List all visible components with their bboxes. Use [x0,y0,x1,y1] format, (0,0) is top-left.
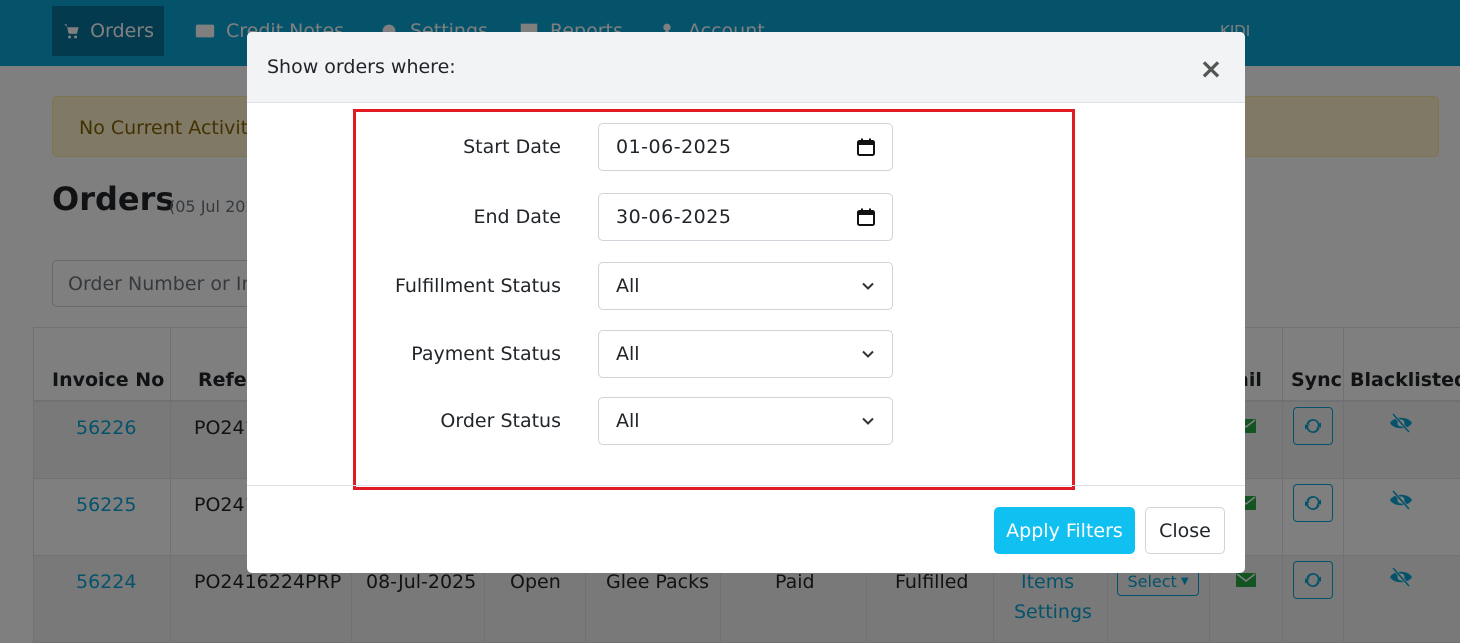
start-date-label: Start Date [463,136,561,158]
modal-title: Show orders where: [267,56,456,78]
fulfillment-status-label: Fulfillment Status [394,275,561,297]
start-date-row: Start Date 01-06-2025 [247,123,1245,171]
payment-status-select[interactable]: All [598,330,893,378]
apply-filters-button[interactable]: Apply Filters [994,507,1135,554]
payment-status-value: All [616,343,640,365]
order-status-value: All [616,410,640,432]
close-button[interactable]: Close [1145,507,1225,554]
start-date-value: 01-06-2025 [616,136,732,158]
fulfillment-status-value: All [616,275,640,297]
payment-status-label: Payment Status [411,343,561,365]
start-date-input[interactable]: 01-06-2025 [598,123,893,171]
calendar-icon[interactable] [857,208,875,226]
filter-orders-modal: Show orders where: × Start Date 01-06-20… [247,32,1245,573]
order-status-select[interactable]: All [598,397,893,445]
fulfillment-status-select[interactable]: All [598,262,893,310]
chevron-down-icon [862,282,874,290]
end-date-row: End Date 30-06-2025 [247,193,1245,241]
chevron-down-icon [862,417,874,425]
payment-status-row: Payment Status All [247,330,1245,378]
close-icon[interactable]: × [1197,52,1225,85]
chevron-down-icon [862,350,874,358]
modal-footer: Apply Filters Close [247,485,1245,573]
end-date-input[interactable]: 30-06-2025 [598,193,893,241]
end-date-label: End Date [473,206,561,228]
order-status-label: Order Status [440,410,561,432]
fulfillment-status-row: Fulfillment Status All [247,262,1245,310]
order-status-row: Order Status All [247,397,1245,445]
modal-header: Show orders where: × [247,32,1245,103]
calendar-icon[interactable] [857,138,875,156]
end-date-value: 30-06-2025 [616,206,732,228]
